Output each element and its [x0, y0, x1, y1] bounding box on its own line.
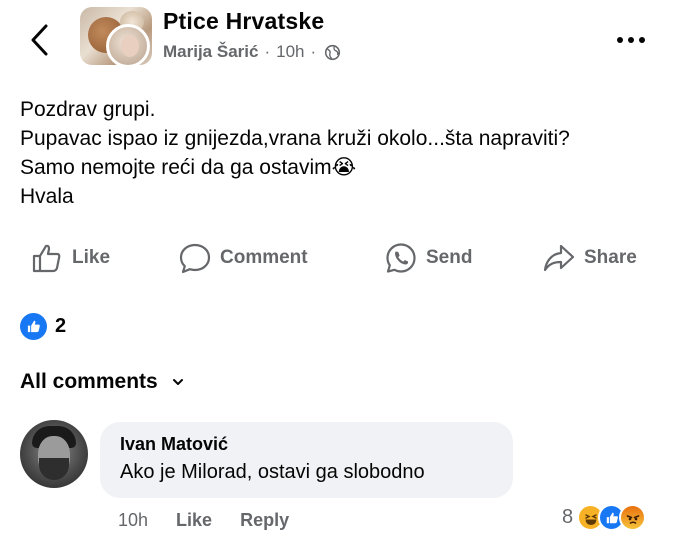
like-button[interactable]: Like — [30, 236, 110, 280]
post-line: Pupavac ispao iz gnijezda,vrana kruži ok… — [20, 127, 570, 150]
chevron-left-icon — [31, 24, 48, 56]
post-meta: Marija Šarić · 10h · — [163, 42, 341, 62]
share-button[interactable]: Share — [542, 236, 637, 280]
comment-label: Comment — [220, 247, 308, 268]
post-line: Pozdrav grupi. — [20, 98, 156, 121]
comment-author[interactable]: Ivan Matović — [120, 434, 493, 455]
angry-reaction-icon — [619, 504, 647, 531]
comment-icon — [179, 243, 211, 274]
group-name[interactable]: Ptice Hrvatske — [163, 8, 324, 35]
post-actions: Like Comment Send Share — [0, 236, 680, 280]
comments-filter-dropdown[interactable]: All comments — [20, 370, 184, 394]
author-avatar[interactable] — [106, 24, 150, 68]
more-dot — [639, 37, 645, 43]
reaction-count: 2 — [55, 315, 67, 337]
comment-reaction-count: 8 — [562, 506, 574, 528]
post-reactions[interactable]: 2 — [20, 313, 66, 340]
avatar-beard — [39, 458, 69, 480]
back-button[interactable] — [28, 20, 52, 60]
more-dot — [617, 37, 623, 43]
like-reaction-icon — [20, 313, 47, 340]
comment-like-button[interactable]: Like — [176, 510, 212, 531]
post-author[interactable]: Marija Šarić — [163, 42, 258, 62]
more-options-button[interactable] — [617, 30, 657, 50]
comment-reactions[interactable]: 8 — [562, 504, 647, 531]
commenter-avatar[interactable] — [20, 420, 88, 488]
thumbs-up-icon — [32, 244, 61, 273]
globe-icon — [325, 44, 341, 60]
post-time[interactable]: 10h — [276, 42, 304, 62]
post-line: Samo nemojte reći da ga ostavim😭 — [20, 156, 357, 179]
comment-meta: 10h Like Reply — [118, 510, 317, 531]
more-dot — [628, 37, 634, 43]
post-header: Ptice Hrvatske Marija Šarić · 10h · — [0, 0, 680, 80]
like-label: Like — [72, 247, 111, 268]
comments-filter-label: All comments — [20, 370, 158, 393]
whatsapp-icon — [386, 243, 416, 273]
share-label: Share — [584, 247, 637, 268]
post-line: Hvala — [20, 185, 74, 208]
chevron-down-icon — [172, 379, 183, 385]
send-button[interactable]: Send — [384, 236, 472, 280]
send-label: Send — [426, 247, 473, 268]
comment-time: 10h — [118, 510, 149, 530]
share-icon — [543, 244, 575, 272]
author-avatar-face — [121, 35, 139, 57]
separator: · — [264, 42, 271, 61]
post-body: Pozdrav grupi. Pupavac ispao iz gnijezda… — [20, 95, 670, 211]
comment-bubble[interactable]: Ivan Matović Ako je Milorad, ostavi ga s… — [100, 422, 513, 498]
comment-text: Ako je Milorad, ostavi ga slobodno — [120, 461, 425, 483]
comment-reply-button[interactable]: Reply — [240, 510, 289, 531]
separator: · — [310, 42, 317, 61]
comment-button[interactable]: Comment — [178, 236, 308, 280]
